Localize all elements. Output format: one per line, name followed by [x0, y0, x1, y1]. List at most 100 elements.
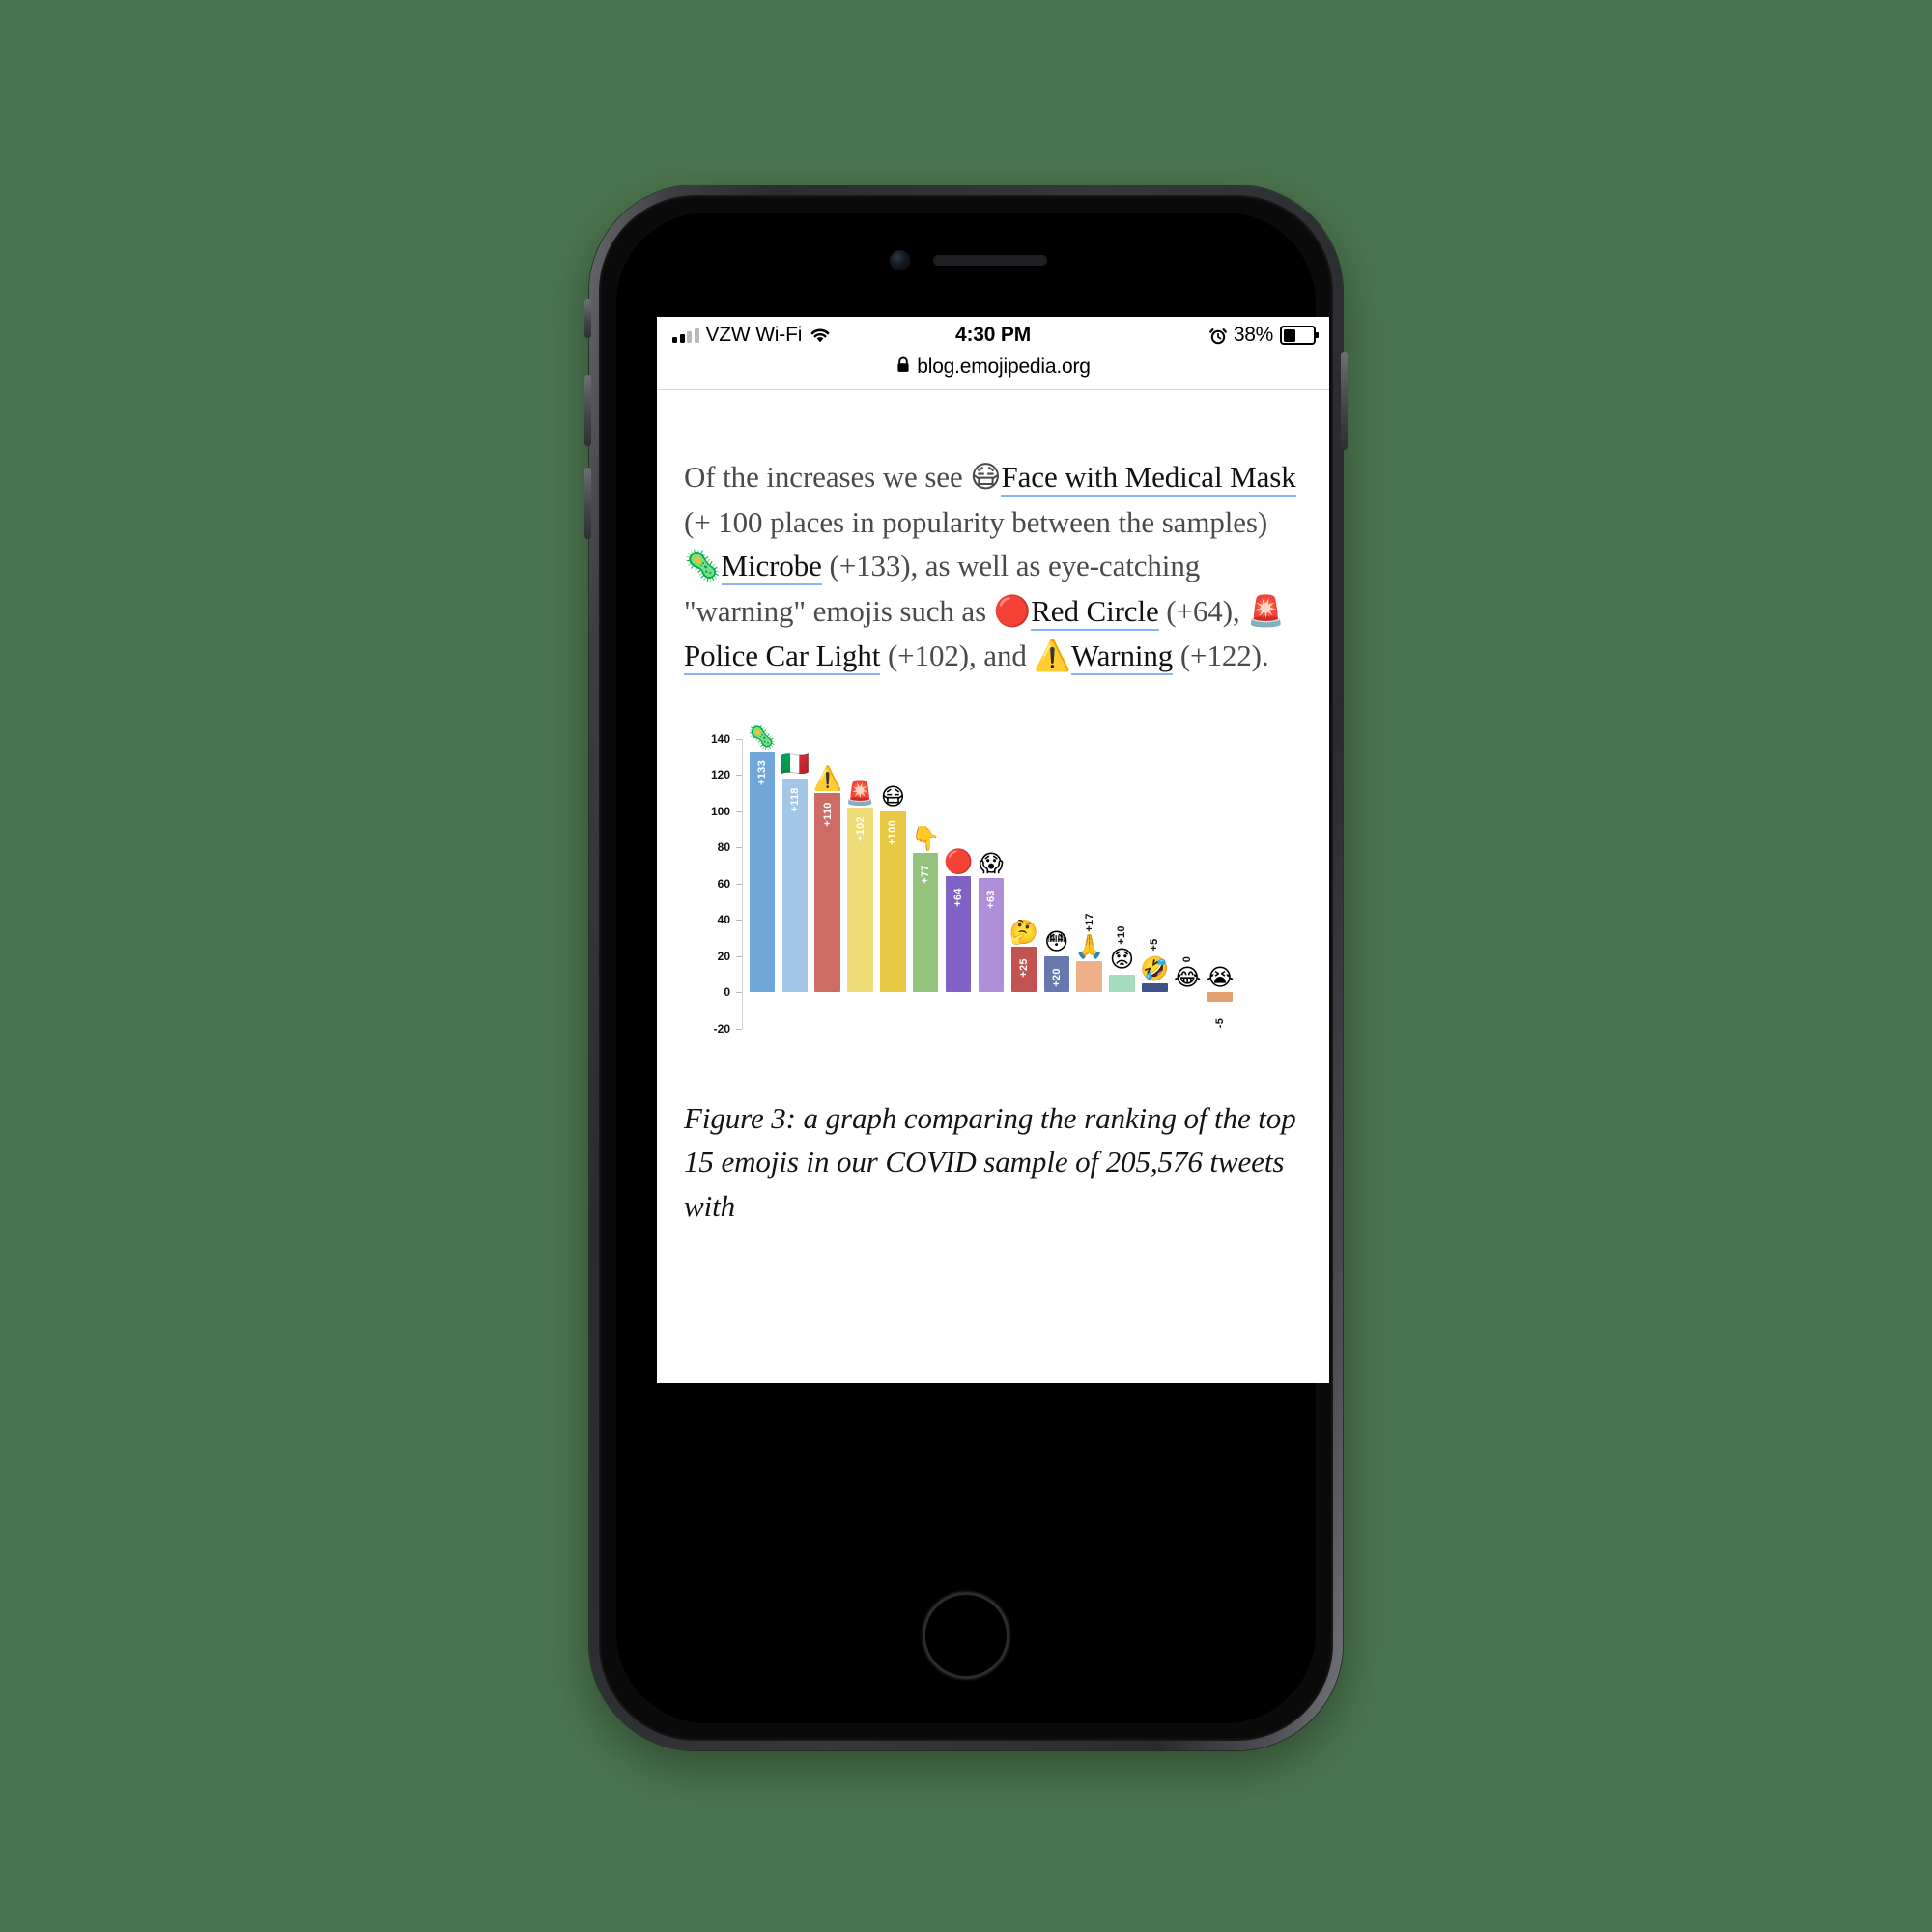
chart-bar: 😂 0 — [1173, 739, 1202, 1029]
microbe-emoji: 🦠 — [684, 549, 722, 584]
chart-bar-rect — [1076, 961, 1102, 993]
emoji-ranking-bar-chart: -20 0 20 40 60 80 100 120 140 🦠 +133 🇮🇹 +118 ⚠️ +110 🚨… — [696, 724, 1236, 1036]
chart-bar-value-label: +133 — [755, 759, 768, 785]
chart-bar-value-label: +110 — [821, 802, 834, 827]
y-axis-tick-label: 20 — [717, 949, 730, 963]
chart-bar-emoji: 🤣 — [1140, 953, 1170, 982]
figure-caption: Figure 3: a graph comparing the ranking … — [684, 1100, 1296, 1223]
chart-bar-emoji: 😱 — [979, 848, 1004, 877]
chart-bar-emoji: 🇮🇹 — [780, 749, 810, 778]
y-axis-tick-label: 140 — [710, 731, 730, 746]
y-axis-tick-label: 80 — [717, 840, 730, 855]
link-red-circle[interactable]: Red Circle — [1031, 593, 1159, 631]
police-car-light-emoji: 🚨 — [1247, 593, 1285, 629]
link-warning[interactable]: Warning — [1070, 639, 1173, 676]
home-button[interactable] — [923, 1592, 1009, 1679]
chart-bar-emoji: 🙏 — [1074, 932, 1104, 961]
paragraph-text-1: Of the increases we see — [684, 460, 971, 494]
paragraph-text-4: (+64), — [1158, 593, 1248, 628]
webpage-content: Of the increases we see 😷Face with Medic… — [657, 390, 1329, 1383]
figure-3: -20 0 20 40 60 80 100 120 140 🦠 +133 🇮🇹 +118 ⚠️ +110 🚨… — [684, 724, 1302, 1036]
y-axis-tick-mark — [736, 775, 742, 777]
battery-fill — [1283, 328, 1296, 342]
y-axis-tick-label: 100 — [710, 804, 730, 818]
chart-bar: 🙏 +17 — [1074, 739, 1104, 1029]
chart-bar-emoji: 🔴 — [943, 847, 974, 875]
chart-bar-rect — [749, 751, 776, 993]
chart-bar: 🤣 +5 — [1140, 739, 1170, 1029]
front-camera-icon — [891, 251, 909, 270]
chart-bar: 😳 +20 — [1043, 739, 1069, 1029]
lock-icon — [897, 356, 909, 372]
url-bar[interactable]: blog.emojipedia.org — [657, 355, 1329, 390]
link-police-car-light[interactable]: Police Car Light — [684, 639, 880, 676]
chart-bar-emoji: 😂 — [1173, 963, 1202, 991]
alarm-clock-icon — [1208, 327, 1227, 344]
face-with-medical-mask-emoji: 😷 — [970, 460, 1002, 495]
chart-bar-value-label: +102 — [854, 816, 867, 842]
chart-bar: 🇮🇹 +118 — [780, 739, 810, 1029]
chart-bar: 🦠 +133 — [748, 724, 777, 1029]
phone-front-glass: VZW Wi-Fi 4:30 PM 38% blog.emojipedia.or… — [616, 213, 1329, 1723]
chart-bar-value-label: +64 — [952, 888, 965, 908]
chart-bar-value-label: +5 — [1149, 938, 1161, 952]
paragraph-text-2: (+ 100 places in popularity between the … — [684, 504, 1268, 539]
link-face-with-medical-mask[interactable]: Face with Medical Mask — [1001, 460, 1296, 497]
phone-frame: VZW Wi-Fi 4:30 PM 38% blog.emojipedia.or… — [584, 185, 1348, 1750]
battery-percent-label: 38% — [1233, 324, 1273, 346]
y-axis-tick-mark — [736, 738, 742, 740]
chart-bar: 😭 -5 — [1206, 739, 1235, 1029]
chart-bar-emoji: 🚨 — [845, 778, 875, 807]
paragraph-text-6: (+122). — [1173, 639, 1269, 673]
chart-bar-value-label: +77 — [920, 865, 932, 884]
chart-bar: ⚠️ +110 — [812, 739, 842, 1029]
red-circle-emoji: 🔴 — [993, 593, 1032, 629]
chart-bar: 🚨 +102 — [845, 739, 875, 1029]
chart-bar: 🤔 +25 — [1009, 739, 1038, 1029]
battery-cap — [1316, 332, 1319, 338]
chart-bar-value-label: +17 — [1083, 913, 1095, 932]
y-axis-tick-label: 120 — [710, 768, 730, 782]
article-paragraph: Of the increases we see 😷Face with Medic… — [684, 455, 1302, 679]
url-text: blog.emojipedia.org — [917, 355, 1091, 378]
y-axis-tick-label: 60 — [717, 876, 730, 891]
chart-bar-rect — [1109, 974, 1135, 993]
chart-bar-emoji: 😷 — [880, 781, 906, 810]
power-button[interactable] — [1341, 352, 1348, 450]
volume-down-button[interactable] — [584, 468, 591, 539]
chart-bar-emoji: 😳 — [1044, 926, 1069, 955]
chart-bar-emoji: 😟 — [1109, 945, 1135, 974]
chart-bar: 👇 +77 — [911, 739, 940, 1029]
y-axis-tick-mark — [736, 920, 742, 922]
chart-bar-value-label: -5 — [1214, 1017, 1227, 1028]
y-axis-tick-label: 40 — [717, 913, 730, 927]
chart-bar-value-label: +118 — [788, 787, 801, 812]
link-microbe[interactable]: Microbe — [721, 549, 822, 586]
phone-bezel: VZW Wi-Fi 4:30 PM 38% blog.emojipedia.or… — [599, 195, 1333, 1741]
y-axis-tick-mark — [736, 810, 742, 812]
y-axis-line — [742, 738, 743, 1029]
y-axis-tick-mark — [736, 847, 742, 849]
battery-icon — [1280, 326, 1319, 345]
y-axis: -20 0 20 40 60 80 100 120 140 — [696, 732, 736, 1036]
y-axis-tick-mark — [736, 955, 742, 957]
chart-bar-emoji: 😭 — [1206, 963, 1235, 991]
chart-bar: 😷 +100 — [880, 739, 906, 1029]
y-axis-tick-label: -20 — [713, 1021, 730, 1036]
y-axis-tick-label: 0 — [724, 985, 730, 1000]
chart-bar-value-label: +25 — [1017, 958, 1030, 979]
chart-bar-emoji: 🤔 — [1009, 918, 1038, 947]
chart-bar-rect — [1142, 982, 1168, 993]
y-axis-tick-mark — [736, 992, 742, 994]
chart-bar: 🔴 +64 — [943, 739, 974, 1029]
paragraph-text-5: (+102), and — [880, 639, 1035, 673]
phone-screen: VZW Wi-Fi 4:30 PM 38% blog.emojipedia.or… — [657, 317, 1329, 1383]
chart-bar-value-label: +100 — [887, 819, 899, 845]
chart-bar-emoji: ⚠️ — [812, 763, 842, 792]
status-bar: VZW Wi-Fi 4:30 PM 38% — [657, 317, 1329, 355]
chart-bar: 😱 +63 — [978, 739, 1005, 1029]
chart-plot-area: 🦠 +133 🇮🇹 +118 ⚠️ +110 🚨 +102 😷 +100 👇 +77 🔴 +64 😱 +63 🤔… — [746, 724, 1236, 1029]
chart-bar-value-label: +10 — [1116, 925, 1128, 946]
silent-switch[interactable] — [584, 299, 591, 338]
volume-up-button[interactable] — [584, 375, 591, 446]
